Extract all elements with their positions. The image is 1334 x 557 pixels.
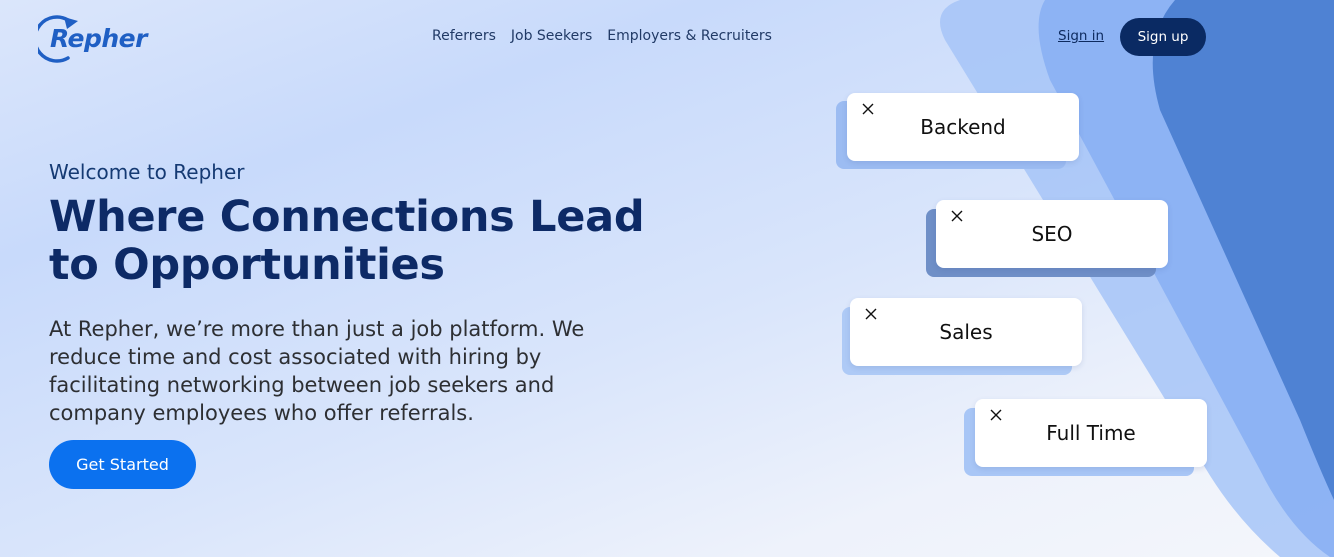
brand-name: Repher [50, 24, 147, 53]
main-nav: Referrers Job Seekers Employers & Recrui… [432, 28, 772, 44]
sign-in-link[interactable]: Sign in [1058, 28, 1104, 44]
tag-label: SEO [1031, 222, 1073, 246]
tag-card-full-time: Full Time [975, 399, 1207, 467]
brand-logo[interactable]: Repher [38, 14, 158, 64]
close-icon[interactable] [950, 209, 964, 223]
close-icon[interactable] [861, 102, 875, 116]
close-icon[interactable] [864, 307, 878, 321]
tag-label: Backend [920, 115, 1006, 139]
sign-up-button[interactable]: Sign up [1120, 18, 1206, 56]
hero-description: At Repher, we’re more than just a job pl… [49, 317, 585, 425]
tag-card-sales: Sales [850, 298, 1082, 366]
tag-label: Full Time [1046, 421, 1136, 445]
tag-card-seo: SEO [936, 200, 1168, 268]
nav-link-employers-recruiters[interactable]: Employers & Recruiters [607, 28, 772, 44]
welcome-text: Welcome to Repher [49, 160, 245, 184]
close-icon[interactable] [989, 408, 1003, 422]
get-started-button[interactable]: Get Started [49, 440, 196, 489]
tag-card-backend: Backend [847, 93, 1079, 161]
tag-label: Sales [939, 320, 993, 344]
page-title: Where Connections Lead to Opportunities [49, 192, 645, 290]
nav-link-job-seekers[interactable]: Job Seekers [511, 28, 592, 44]
nav-link-referrers[interactable]: Referrers [432, 28, 496, 44]
